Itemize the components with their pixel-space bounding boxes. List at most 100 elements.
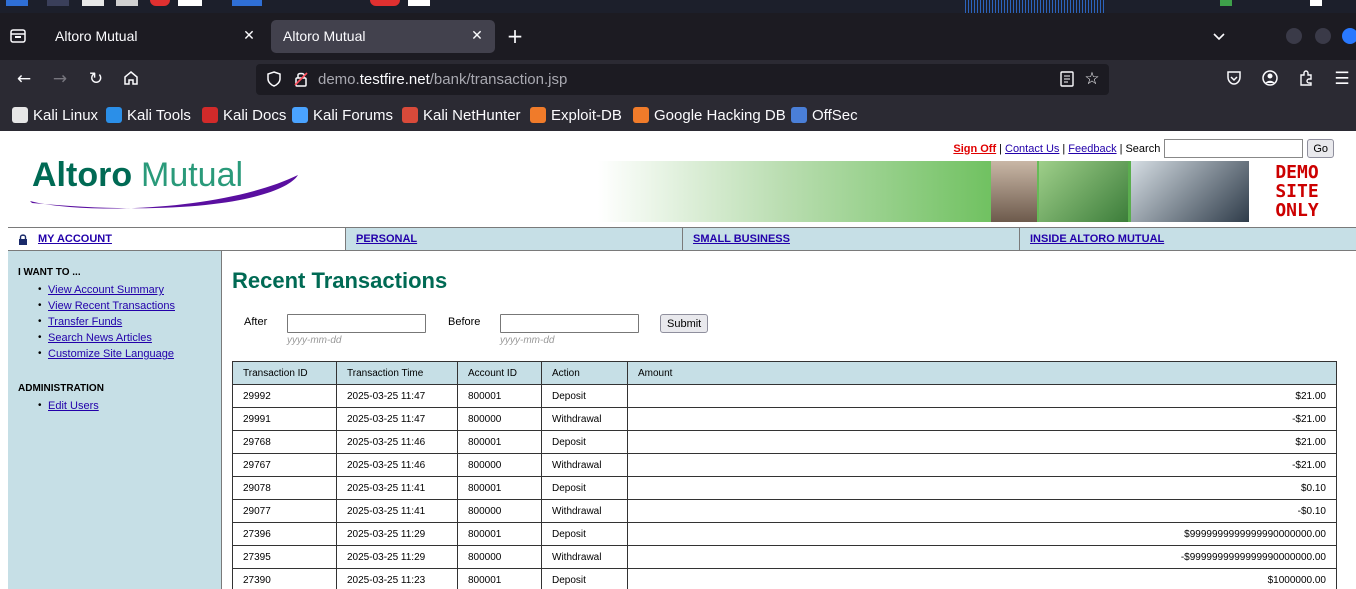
account-icon[interactable] bbox=[1260, 69, 1280, 89]
transaction-time-cell: 2025-03-25 11:46 bbox=[336, 453, 458, 477]
forward-arrow-icon[interactable]: → bbox=[50, 69, 70, 89]
sidebar-links: View Account Summary View Recent Transac… bbox=[38, 282, 175, 362]
bookmarks-toolbar: Kali Linux Kali Tools Kali Docs Kali For… bbox=[0, 98, 1356, 131]
transaction-id-cell: 29768 bbox=[232, 430, 337, 454]
account-id-cell: 800000 bbox=[457, 545, 542, 569]
offsec-icon bbox=[791, 107, 807, 123]
extensions-icon[interactable] bbox=[1296, 69, 1316, 89]
table-row: 27396 2025-03-25 11:29 800001 Deposit $99999… bbox=[232, 522, 1337, 546]
menu-link[interactable]: PERSONAL bbox=[356, 233, 417, 245]
bookmark-kali-nethunter[interactable]: Kali NetHunter bbox=[402, 105, 521, 125]
bookmark-kali-linux[interactable]: Kali Linux bbox=[12, 105, 98, 125]
transaction-id-cell: 29991 bbox=[232, 407, 337, 431]
os-tray-icon[interactable] bbox=[1220, 0, 1232, 6]
os-files-icon[interactable] bbox=[82, 0, 104, 6]
os-browser-task-icon[interactable] bbox=[370, 0, 400, 6]
table-row: 27390 2025-03-25 11:23 800001 Deposit $10000… bbox=[232, 568, 1337, 589]
close-icon[interactable]: ✕ bbox=[241, 28, 257, 44]
back-arrow-icon[interactable]: ← bbox=[14, 69, 34, 89]
bookmark-label: Exploit-DB bbox=[551, 106, 622, 124]
os-task-indicator[interactable] bbox=[232, 0, 262, 6]
view-account-summary-link[interactable]: View Account Summary bbox=[48, 284, 164, 296]
bookmark-kali-docs[interactable]: Kali Docs bbox=[202, 105, 286, 125]
bookmark-offsec[interactable]: OffSec bbox=[791, 105, 858, 125]
insecure-lock-icon[interactable] bbox=[292, 70, 310, 88]
pocket-icon[interactable] bbox=[1224, 69, 1244, 89]
firefox-view-icon[interactable] bbox=[9, 27, 27, 45]
column-header: Action bbox=[541, 361, 628, 385]
column-header: Transaction ID bbox=[232, 361, 337, 385]
after-date-hint: yyyy-mm-dd bbox=[287, 335, 342, 346]
os-app-icon[interactable] bbox=[150, 0, 170, 6]
os-power-icon[interactable] bbox=[1310, 0, 1322, 6]
bookmark-label: Kali NetHunter bbox=[423, 106, 521, 124]
bookmark-star-icon[interactable]: ☆ bbox=[1082, 69, 1102, 89]
os-menu-icon[interactable] bbox=[6, 0, 28, 6]
action-cell: Deposit bbox=[541, 522, 628, 546]
menu-link[interactable]: MY ACCOUNT bbox=[38, 233, 112, 245]
search-news-articles-link[interactable]: Search News Articles bbox=[48, 332, 152, 344]
customize-site-language-link[interactable]: Customize Site Language bbox=[48, 348, 174, 360]
new-tab-plus-icon[interactable]: + bbox=[505, 26, 525, 46]
go-button[interactable]: Go bbox=[1307, 139, 1334, 158]
sidebar-heading-administration: ADMINISTRATION bbox=[18, 383, 104, 394]
table-row: 29767 2025-03-25 11:46 800000 Withdrawal -$2… bbox=[232, 453, 1337, 477]
maximize-button[interactable] bbox=[1315, 28, 1331, 44]
after-date-input[interactable] bbox=[287, 314, 426, 333]
reload-icon[interactable]: ↻ bbox=[86, 69, 106, 89]
chevron-down-icon[interactable] bbox=[1210, 27, 1228, 45]
url-bar[interactable]: demo.testfire.net/bank/transaction.jsp ☆ bbox=[256, 64, 1109, 95]
close-icon[interactable]: ✕ bbox=[469, 28, 485, 44]
shield-icon[interactable] bbox=[265, 70, 283, 88]
menu-link[interactable]: INSIDE ALTORO MUTUAL bbox=[1030, 233, 1164, 245]
view-recent-transactions-link[interactable]: View Recent Transactions bbox=[48, 300, 175, 312]
hamburger-menu-icon[interactable]: ☰ bbox=[1332, 69, 1352, 89]
sidebar-item: Search News Articles bbox=[38, 330, 175, 346]
bookmark-exploit-db[interactable]: Exploit-DB bbox=[530, 105, 622, 125]
account-id-cell: 800001 bbox=[457, 568, 542, 589]
header-banner: DEMO SITE ONLY bbox=[598, 161, 1345, 222]
menu-personal[interactable]: PERSONAL bbox=[345, 228, 682, 250]
action-cell: Deposit bbox=[541, 568, 628, 589]
bookmark-google-hacking-db[interactable]: Google Hacking DB bbox=[633, 105, 786, 125]
before-label: Before bbox=[448, 316, 481, 328]
reader-view-icon[interactable] bbox=[1059, 71, 1075, 87]
submit-button[interactable]: Submit bbox=[660, 314, 709, 333]
bookmark-kali-forums[interactable]: Kali Forums bbox=[292, 105, 393, 125]
altoro-mutual-logo[interactable]: Altoro Mutual bbox=[24, 153, 304, 213]
action-cell: Withdrawal bbox=[541, 453, 628, 477]
site-search-input[interactable] bbox=[1164, 139, 1304, 158]
os-terminal-task-icon[interactable] bbox=[408, 0, 430, 6]
tab-altoro-1[interactable]: Altoro Mutual ✕ bbox=[43, 20, 267, 53]
contact-us-link[interactable]: Contact Us bbox=[1005, 143, 1059, 155]
account-id-cell: 800001 bbox=[457, 476, 542, 500]
menu-inside-altoro[interactable]: INSIDE ALTORO MUTUAL bbox=[1019, 228, 1356, 250]
bookmark-label: Kali Docs bbox=[223, 106, 287, 124]
window-close-button[interactable] bbox=[1342, 28, 1356, 44]
home-icon[interactable] bbox=[121, 69, 141, 89]
menu-small-business[interactable]: SMALL BUSINESS bbox=[682, 228, 1019, 250]
transaction-time-cell: 2025-03-25 11:47 bbox=[336, 384, 458, 408]
separator: | bbox=[1119, 142, 1123, 155]
table-row: 29992 2025-03-25 11:47 800001 Deposit $21.00 bbox=[232, 384, 1337, 408]
account-id-cell: 800000 bbox=[457, 407, 542, 431]
transfer-funds-link[interactable]: Transfer Funds bbox=[48, 316, 122, 328]
main-menu: MY ACCOUNT PERSONAL SMALL BUSINESS INSID… bbox=[8, 227, 1356, 251]
separator: | bbox=[999, 142, 1002, 155]
account-id-cell: 800000 bbox=[457, 453, 542, 477]
before-date-input[interactable] bbox=[500, 314, 639, 333]
sidebar-item: Transfer Funds bbox=[38, 314, 175, 330]
feedback-link[interactable]: Feedback bbox=[1068, 143, 1116, 155]
sidebar-item: View Recent Transactions bbox=[38, 298, 175, 314]
os-editor-icon[interactable] bbox=[116, 0, 138, 6]
tab-altoro-2-active[interactable]: Altoro Mutual ✕ bbox=[271, 20, 495, 53]
os-terminal-icon[interactable] bbox=[178, 0, 202, 6]
sign-off-link[interactable]: Sign Off bbox=[953, 143, 996, 155]
os-workspace-icon[interactable] bbox=[47, 0, 69, 6]
minimize-button[interactable] bbox=[1286, 28, 1302, 44]
bookmark-kali-tools[interactable]: Kali Tools bbox=[106, 105, 191, 125]
sidebar: I WANT TO ... View Account Summary View … bbox=[8, 251, 222, 589]
menu-my-account[interactable]: MY ACCOUNT bbox=[8, 228, 345, 250]
edit-users-link[interactable]: Edit Users bbox=[48, 400, 99, 412]
menu-link[interactable]: SMALL BUSINESS bbox=[693, 233, 790, 245]
